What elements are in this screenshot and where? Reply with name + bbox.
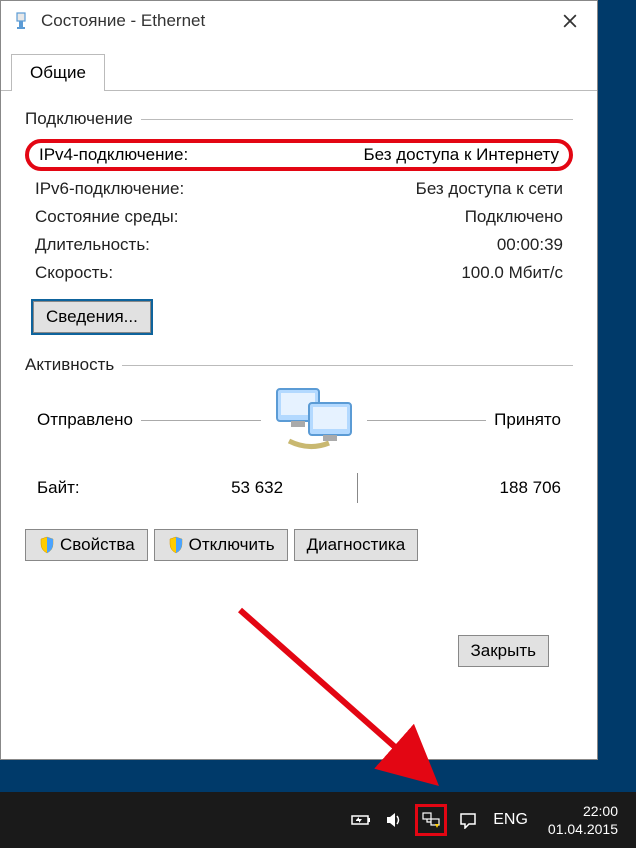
activity-group-label: Активность [25, 355, 114, 375]
duration-label: Длительность: [35, 235, 150, 255]
action-center-icon[interactable] [459, 811, 477, 829]
ethernet-status-window: Состояние - Ethernet Общие Подключение I… [0, 0, 598, 760]
bytes-received: 188 706 [431, 478, 561, 498]
speed-value: 100.0 Мбит/с [461, 263, 563, 283]
divider [122, 365, 573, 366]
connection-group: Подключение IPv4-подключение: Без доступ… [25, 109, 573, 333]
tab-general[interactable]: Общие [11, 54, 105, 91]
properties-label: Свойства [60, 535, 135, 555]
bytes-sent: 53 632 [153, 478, 283, 498]
titlebar: Состояние - Ethernet [1, 1, 597, 41]
activity-visual: Отправлено Принято [25, 385, 573, 455]
language-indicator[interactable]: ENG [493, 811, 528, 829]
diagnose-button[interactable]: Диагностика [294, 529, 419, 561]
ipv6-value: Без доступа к сети [416, 179, 563, 199]
tab-row: Общие [1, 53, 597, 91]
close-dialog-button[interactable]: Закрыть [458, 635, 549, 667]
ipv6-label: IPv6-подключение: [35, 179, 184, 199]
duration-value: 00:00:39 [497, 235, 563, 255]
divider [141, 119, 573, 120]
divider [367, 420, 487, 421]
speed-row: Скорость: 100.0 Мбит/с [25, 259, 573, 287]
network-tray-icon[interactable] [415, 804, 447, 836]
disable-label: Отключить [189, 535, 275, 555]
clock-time: 22:00 [548, 802, 618, 820]
clock[interactable]: 22:00 01.04.2015 [548, 802, 618, 838]
battery-icon[interactable] [351, 813, 373, 827]
taskbar: ENG 22:00 01.04.2015 [0, 792, 636, 848]
clock-date: 01.04.2015 [548, 820, 618, 838]
action-buttons: Свойства Отключить Диагностика [25, 511, 573, 561]
dialog-content: Подключение IPv4-подключение: Без доступ… [1, 91, 597, 697]
media-state-row: Состояние среды: Подключено [25, 203, 573, 231]
divider [141, 420, 261, 421]
window-title: Состояние - Ethernet [41, 11, 547, 31]
received-label: Принято [494, 410, 561, 430]
ipv6-row: IPv6-подключение: Без доступа к сети [25, 175, 573, 203]
volume-icon[interactable] [385, 811, 403, 829]
duration-row: Длительность: 00:00:39 [25, 231, 573, 259]
bytes-row: Байт: 53 632 188 706 [25, 465, 573, 511]
ipv4-row-highlighted: IPv4-подключение: Без доступа к Интернет… [25, 139, 573, 171]
activity-group: Активность Отправлено [25, 355, 573, 561]
connection-group-label: Подключение [25, 109, 133, 129]
bytes-label: Байт: [37, 478, 80, 498]
divider [357, 473, 358, 503]
activity-group-title: Активность [25, 355, 573, 375]
sent-label: Отправлено [37, 410, 133, 430]
ipv4-value: Без доступа к Интернету [363, 145, 559, 165]
shield-icon [38, 536, 56, 554]
ethernet-icon [11, 11, 31, 31]
close-button[interactable] [547, 4, 593, 38]
properties-button[interactable]: Свойства [25, 529, 148, 561]
speed-label: Скорость: [35, 263, 113, 283]
disable-button[interactable]: Отключить [154, 529, 288, 561]
footer-buttons: Закрыть [25, 611, 573, 687]
ipv4-label: IPv4-подключение: [39, 145, 188, 165]
computers-icon [269, 385, 359, 455]
connection-group-title: Подключение [25, 109, 573, 129]
details-button[interactable]: Сведения... [33, 301, 151, 333]
media-state-label: Состояние среды: [35, 207, 178, 227]
media-state-value: Подключено [465, 207, 563, 227]
shield-icon [167, 536, 185, 554]
